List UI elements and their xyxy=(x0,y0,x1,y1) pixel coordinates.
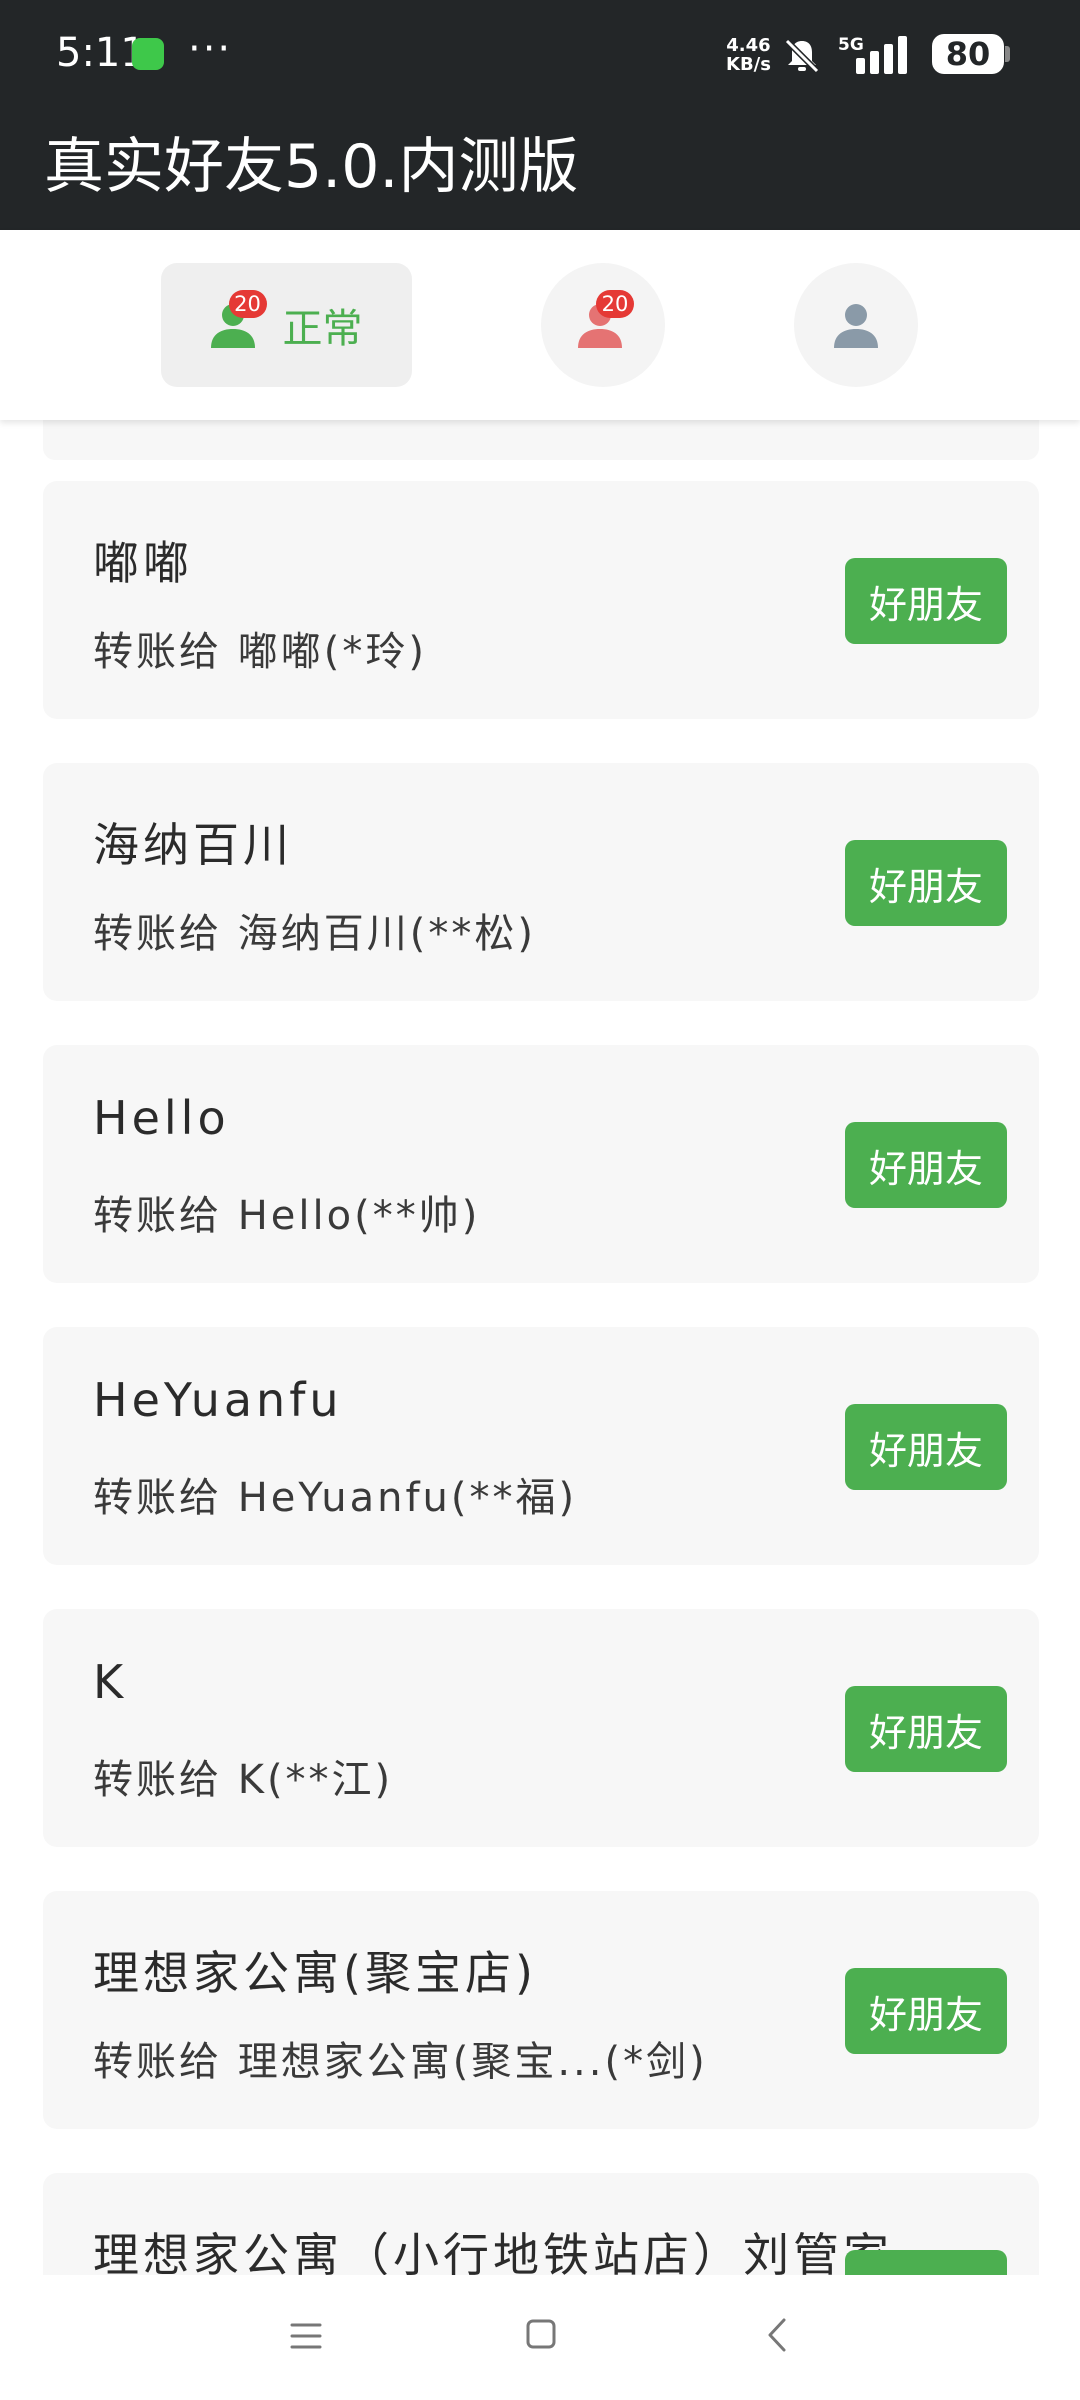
good-friend-button[interactable]: 好朋友 xyxy=(845,558,1007,644)
battery-level: 80 xyxy=(932,34,1004,74)
friend-name: 嘟嘟 xyxy=(93,536,193,590)
friend-subtitle: 转账给 K(**江) xyxy=(93,1757,394,1803)
friend-subtitle: 转账给 Hello(**帅) xyxy=(93,1193,481,1239)
bell-off-icon xyxy=(784,38,820,74)
friend-name: K xyxy=(93,1655,128,1709)
friend-name: 理想家公寓(聚宝店) xyxy=(93,1946,537,2000)
more-notifications-icon: ··· xyxy=(188,26,233,72)
app-title: 真实好友5.0.内测版 xyxy=(44,132,579,202)
friend-list[interactable]: 嘟嘟 转账给 嘟嘟(*玲) 好朋友 海纳百川 转账给 海纳百川(**松) 好朋友… xyxy=(0,420,1080,2275)
tab-red-badge: 20 xyxy=(596,290,634,318)
back-icon[interactable] xyxy=(766,2317,788,2353)
list-item[interactable]: 海纳百川 转账给 海纳百川(**松) 好朋友 xyxy=(43,763,1039,1001)
green-person-icon: 20 xyxy=(210,290,267,348)
signal-icon xyxy=(856,36,907,74)
list-item[interactable]: HeYuanfu 转账给 HeYuanfu(**福) 好朋友 xyxy=(43,1327,1039,1565)
tab-normal[interactable]: 20 正常 xyxy=(161,263,412,387)
recent-apps-icon[interactable] xyxy=(290,2321,322,2351)
red-person-icon: 20 xyxy=(578,290,634,348)
battery-tip xyxy=(1005,46,1010,62)
tab-normal-label: 正常 xyxy=(282,306,363,352)
home-icon[interactable] xyxy=(526,2319,556,2349)
friend-subtitle: 转账给 嘟嘟(*玲) xyxy=(93,629,427,675)
network-speed-value: 4.46 xyxy=(726,35,771,56)
good-friend-button[interactable]: 好朋友 xyxy=(845,1404,1007,1490)
app-screen: 5:11 ··· 4.46 KB/s 5G 80 真实好友5.0.内测版 20 … xyxy=(0,0,1080,2400)
friend-name: HeYuanfu xyxy=(93,1373,343,1427)
list-item[interactable]: 理想家公寓（小行地铁站店）刘管家 xyxy=(43,2173,1039,2275)
network-speed-unit: KB/s xyxy=(726,54,771,75)
gray-person-icon xyxy=(831,302,881,348)
list-item[interactable]: 理想家公寓(聚宝店) 转账给 理想家公寓(聚宝...(*剑) 好朋友 xyxy=(43,1891,1039,2129)
good-friend-button[interactable]: 好朋友 xyxy=(845,1968,1007,2054)
chat-app-icon xyxy=(132,38,164,70)
friend-name: Hello xyxy=(93,1091,230,1145)
friend-subtitle: 转账给 理想家公寓(聚宝...(*剑) xyxy=(93,2039,708,2085)
status-bar: 5:11 ··· 4.46 KB/s 5G 80 xyxy=(0,0,1080,110)
friend-name: 理想家公寓（小行地铁站店）刘管家 xyxy=(93,2228,893,2275)
good-friend-button[interactable] xyxy=(845,2250,1007,2275)
network-speed: 4.46 KB/s xyxy=(726,36,771,74)
app-header: 5:11 ··· 4.46 KB/s 5G 80 真实好友5.0.内测版 xyxy=(0,0,1080,230)
list-item[interactable]: Hello 转账给 Hello(**帅) 好朋友 xyxy=(43,1045,1039,1283)
system-nav-bar xyxy=(0,2275,1080,2400)
tab-profile[interactable] xyxy=(794,263,918,387)
tab-normal-badge: 20 xyxy=(228,290,267,318)
good-friend-button[interactable]: 好朋友 xyxy=(845,1686,1007,1772)
list-item-partial-top xyxy=(43,420,1039,460)
filter-tabs: 20 正常 20 xyxy=(0,230,1080,420)
good-friend-button[interactable]: 好朋友 xyxy=(845,1122,1007,1208)
battery-icon: 80 xyxy=(932,34,1010,74)
tab-red-list[interactable]: 20 xyxy=(541,263,665,387)
list-item[interactable]: 嘟嘟 转账给 嘟嘟(*玲) 好朋友 xyxy=(43,481,1039,719)
list-item[interactable]: K 转账给 K(**江) 好朋友 xyxy=(43,1609,1039,1847)
friend-subtitle: 转账给 海纳百川(**松) xyxy=(93,911,536,957)
friend-name: 海纳百川 xyxy=(93,818,293,872)
friend-subtitle: 转账给 HeYuanfu(**福) xyxy=(93,1475,578,1521)
good-friend-button[interactable]: 好朋友 xyxy=(845,840,1007,926)
